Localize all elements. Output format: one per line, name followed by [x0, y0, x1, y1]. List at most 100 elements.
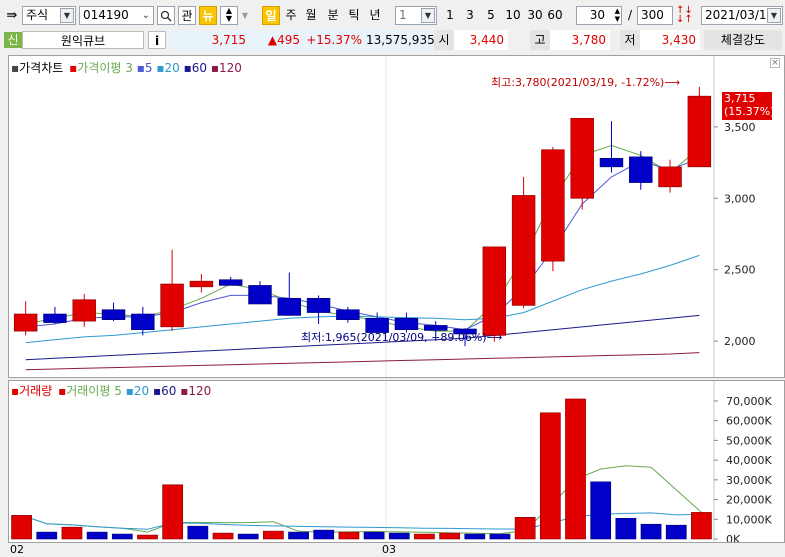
- candle-body: [189, 280, 214, 288]
- ma-line-3: [25, 144, 700, 332]
- volume-bar: [514, 517, 536, 540]
- stock-code-input[interactable]: 014190 ⌄: [79, 6, 154, 25]
- stepper-arrows-icon[interactable]: ▲ ▼: [615, 7, 620, 23]
- volume-chart-plot: 70,000K 60,000K 50,000K 40,000K 30,000K 20,00…: [11, 381, 772, 542]
- volume-bar: [111, 533, 133, 540]
- volume-bar: [61, 526, 83, 540]
- period-year-button[interactable]: 년: [366, 6, 384, 25]
- volume-tick-label: 30,000K: [726, 474, 772, 487]
- interval-select[interactable]: 1 ▼: [395, 6, 437, 25]
- open-price: 3,440: [454, 30, 508, 50]
- price-tick-label: 2,000: [724, 335, 756, 348]
- chevron-down-icon[interactable]: ⌄: [142, 7, 150, 24]
- date-select[interactable]: 2021/03/19 ▼: [701, 6, 783, 25]
- high-label: 고: [530, 30, 550, 50]
- candle-body: [599, 157, 624, 168]
- watchlist-button[interactable]: 관: [178, 6, 196, 25]
- low-price: 3,430: [640, 30, 700, 50]
- interval-1-button[interactable]: 1: [443, 6, 457, 25]
- interval-10-button[interactable]: 10: [504, 6, 522, 25]
- volume-tick-label: 60,000K: [726, 415, 772, 428]
- chevron-down-icon[interactable]: ▼: [767, 8, 781, 23]
- volume-bar: [263, 530, 284, 540]
- price-chart-panel[interactable]: ▪가격차트 ▪가격이평 3 ▪5 ▪20 ▪60 ▪120 × 3,500 3,0…: [8, 55, 785, 378]
- candle-body: [72, 299, 96, 322]
- open-label: 시: [434, 30, 454, 50]
- candle-body: [336, 309, 360, 321]
- candle-body: [541, 149, 565, 262]
- search-button[interactable]: [157, 6, 175, 25]
- x-label-feb: 02: [10, 543, 24, 556]
- period-minute-button[interactable]: 분: [324, 6, 342, 25]
- current-price-value: 3,715: [724, 92, 756, 105]
- volume-bar: [338, 531, 360, 540]
- news-button[interactable]: 뉴: [199, 6, 217, 25]
- candle-body: [629, 156, 653, 183]
- volume-tick-label: 40,000K: [726, 454, 772, 467]
- candle-body: [658, 166, 682, 188]
- interval-30-button[interactable]: 30: [526, 6, 544, 25]
- volume-bar: [615, 517, 637, 540]
- candle-body: [13, 313, 38, 332]
- refresh-icon[interactable]: ↑↓ ↓↑: [676, 6, 693, 25]
- low-label: 저: [620, 30, 640, 50]
- market-type-select[interactable]: 주식 ▼: [22, 6, 76, 25]
- sort-stepper[interactable]: ▲ ▼: [220, 6, 238, 25]
- volume-bar: [313, 529, 335, 540]
- volume-tick-label: 50,000K: [726, 434, 772, 447]
- candle-body: [394, 317, 419, 331]
- candle-body: [687, 95, 712, 168]
- volume-bar: [665, 524, 687, 540]
- candle-body: [101, 309, 126, 321]
- candle-body: [218, 279, 243, 286]
- price-change: ▲495: [250, 30, 304, 50]
- stock-info-bar: 신 원익큐브 i 3,715 ▲495 +15.37% 13,575,935 시…: [0, 30, 785, 50]
- volume-bar: [565, 398, 586, 540]
- price-tick-label: 3,000: [724, 192, 756, 205]
- total-count-input[interactable]: 300: [637, 6, 673, 25]
- toolbar-dropdown[interactable]: ▼: [240, 6, 250, 25]
- candle-body: [306, 297, 331, 313]
- candle-body: [482, 246, 507, 336]
- high-price: 3,780: [550, 30, 610, 50]
- volume-bar: [86, 531, 108, 540]
- price-tick-label: 3,500: [724, 121, 756, 134]
- volume-tick-label: 20,000K: [726, 494, 772, 507]
- volume-chart-panel[interactable]: ▪거래량 ▪거래이평 5 ▪20 ▪60 ▪120 70,000K 60,000K…: [8, 380, 785, 543]
- period-day-button[interactable]: 일: [262, 6, 280, 25]
- interval-3-button[interactable]: 3: [463, 6, 477, 25]
- volume-bar: [590, 481, 612, 540]
- volume-tick-label: 70,000K: [726, 395, 772, 408]
- toolbar: ⇛ 주식 ▼ 014190 ⌄ 관 뉴 ▲ ▼ ▼ 일 주 월 분 틱 년 1 ▼…: [0, 0, 785, 30]
- price-tick-label: 2,500: [724, 264, 756, 277]
- volume-bar: [388, 532, 410, 540]
- volume-bar: [36, 531, 58, 540]
- strength-label: 체결강도: [704, 30, 782, 50]
- volume-bar: [464, 533, 486, 540]
- candle-body: [43, 313, 67, 323]
- new-badge: 신: [4, 32, 22, 48]
- info-button[interactable]: i: [148, 31, 166, 49]
- chevron-down-icon[interactable]: ▼: [60, 8, 74, 23]
- volume-tick-label: 10,000K: [726, 513, 772, 526]
- stock-name: 원익큐브: [22, 31, 144, 49]
- period-month-button[interactable]: 월: [302, 6, 320, 25]
- candle-body: [131, 313, 155, 331]
- candle-body: [160, 283, 184, 328]
- candle-body: [248, 285, 272, 305]
- period-week-button[interactable]: 주: [282, 6, 300, 25]
- current-price-tag: 3,715 (15.37%): [722, 92, 775, 120]
- change-rate: +15.37%: [304, 30, 366, 50]
- interval-5-button[interactable]: 5: [484, 6, 498, 25]
- count-stepper[interactable]: 30 ▲ ▼: [576, 6, 622, 25]
- volume-bar: [640, 523, 662, 540]
- period-tick-button[interactable]: 틱: [345, 6, 363, 25]
- chevron-down-icon[interactable]: ▼: [421, 8, 435, 23]
- candle-body: [511, 195, 536, 306]
- interval-60-button[interactable]: 60: [546, 6, 564, 25]
- chart-menu-icon[interactable]: ⇛: [4, 6, 20, 25]
- current-price: 3,715: [170, 30, 250, 50]
- volume-bar: [288, 531, 309, 540]
- volume-bar: [237, 533, 259, 540]
- ma-line-5: [25, 157, 700, 331]
